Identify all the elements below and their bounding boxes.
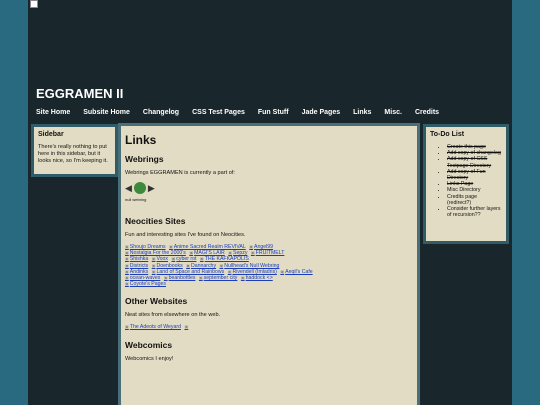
link-button[interactable]: Districts [125,263,148,269]
link-button[interactable]: Nostalgia For the 2000's [125,250,186,256]
webcomics-heading: Webcomics [125,339,173,350]
webcomics-section: Webcomics Webcomics I enjoy! [125,340,413,362]
link-button[interactable]: beanbottles [164,275,196,281]
other-websites-heading: Other Websites [125,296,188,307]
link-button[interactable]: Doenbooks [152,263,183,269]
neocities-heading: Neocities Sites [125,216,186,226]
nav-css-test-pages[interactable]: CSS Test Pages [192,109,245,119]
link-button[interactable]: THE KAFKAPOLIS [200,256,249,262]
link-button[interactable]: cyber rot [171,256,196,262]
other-websites-section: Other Websites Neat sites from elsewhere… [125,296,413,330]
sidebar-text: There's really nothing to put here in th… [38,144,108,164]
link-button[interactable]: haddock <> [241,275,273,281]
todo-list: Create this page Add copy of changelog A… [430,144,502,218]
todo-sidebar: To-Do List Create this page Add copy of … [423,124,509,244]
link-button[interactable]: Shishka [125,256,148,262]
link-button[interactable]: Nullhead's Null Webring [220,263,280,269]
link-button[interactable]: Coyote's Pages [125,281,166,287]
link-button[interactable]: Rivendell (Imladris) [228,269,277,275]
nav-links[interactable]: Links [353,109,371,119]
main-content: Links Webrings Webrings EGGRAMEN is curr… [118,123,420,405]
link-button[interactable]: september city [199,275,238,281]
neocities-text: Fun and interesting sites I've found on … [125,232,246,238]
header-image-placeholder [30,0,38,8]
link-button[interactable]: Anime Sacred Realm REVIVAL [169,244,246,250]
link-button[interactable]: The Adeots of Weyard [125,324,181,330]
site-title: EGGRAMEN II [36,86,124,101]
other-websites-text: Neat sites from elsewhere on the web. [125,312,221,319]
nav-subsite-home[interactable]: Subsite Home [83,109,130,119]
sidebar-heading: Sidebar [38,131,64,138]
nav-site-home[interactable]: Site Home [36,109,70,119]
link-button[interactable]: Angel99 [249,244,273,250]
page-title: Links [125,133,157,147]
nav-jade-pages[interactable]: Jade Pages [302,109,341,119]
broken-image-icon[interactable] [184,324,189,330]
webring-globe-icon[interactable] [133,182,146,194]
link-button[interactable]: Aeqil's Cafe [280,269,312,275]
webring-prev-icon[interactable]: ◀ [125,183,132,194]
webcomics-text: Webcomics I enjoy! [125,355,174,362]
other-links: The Adeots of Weyard [125,324,413,330]
webring-widget: ◀ ▶ [125,182,413,194]
todo-item: Credits page (redirect?) [447,194,502,206]
todo-item: Add copy of CSS Testpage Directory [447,156,502,168]
nav-credits[interactable]: Credits [415,109,439,119]
link-button[interactable]: Dannarchy [186,263,216,269]
main-nav: Site Home Subsite Home Changelog CSS Tes… [36,109,452,119]
webrings-text: Webrings EGGRAMEN is currently a part of… [125,170,235,176]
webring-label: null webring [125,197,147,202]
webrings-section: Webrings Webrings EGGRAMEN is currently … [125,154,413,202]
nav-misc[interactable]: Misc. [384,109,402,119]
link-button[interactable]: Land of Space and Rainbows [152,269,225,275]
todo-item: Add copy of Fun Directory [447,169,502,181]
todo-heading: To-Do List [430,131,465,138]
neocities-section: Neocities Sites Fun and interesting site… [125,216,413,287]
nav-changelog[interactable]: Changelog [143,109,179,119]
webring-next-icon[interactable]: ▶ [148,183,155,194]
neocities-links: Shoujo Dreams Anime Sacred Realm REVIVAL… [125,244,413,287]
webrings-heading: Webrings [125,154,164,164]
todo-item: Consider further layers of recursion?? [447,206,502,218]
link-button[interactable]: Voox [152,256,168,262]
link-button[interactable]: Sepzy [228,250,247,256]
left-sidebar: Sidebar There's really nothing to put he… [31,124,118,177]
link-button[interactable]: ocean-waves [125,275,160,281]
nav-fun-stuff[interactable]: Fun Stuff [258,109,289,119]
link-button[interactable]: Shoujo Dreams [125,244,166,250]
link-button[interactable]: FRUITMELT [251,250,285,256]
link-button[interactable]: MAGI'S LAIR [189,250,224,256]
link-button[interactable]: Andinks [125,269,148,275]
